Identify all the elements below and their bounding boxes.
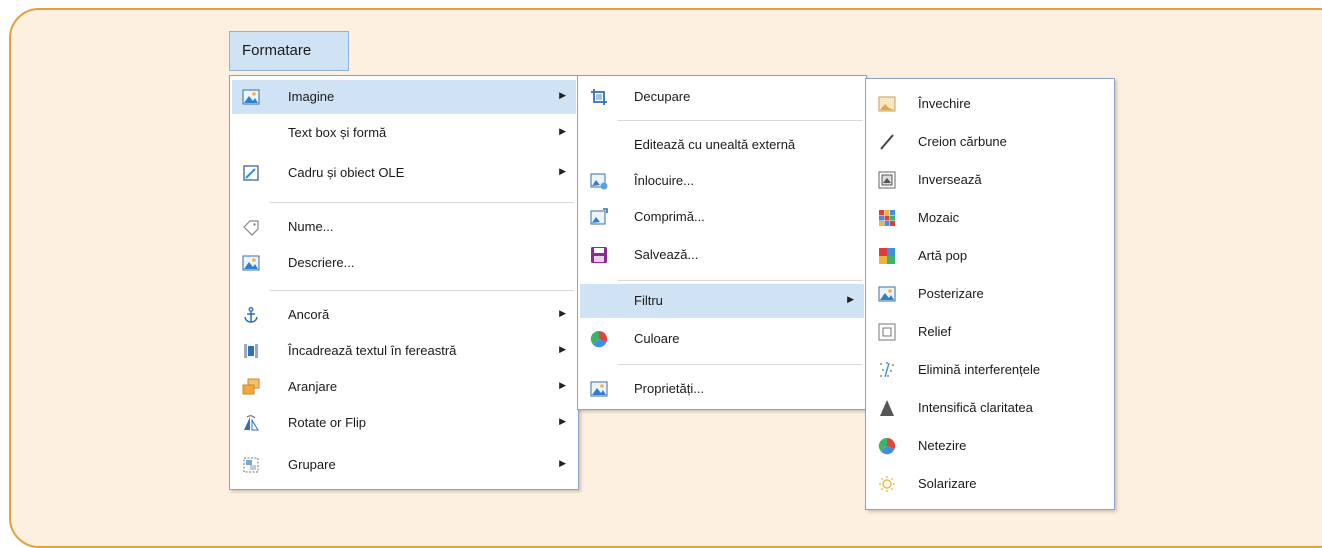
invert-icon (878, 171, 896, 189)
compress-image-icon (590, 208, 608, 226)
menu-item-descriere[interactable]: Descriere... (232, 246, 576, 280)
menu-separator (270, 290, 574, 291)
menu-item-proprietati[interactable]: Proprietăți... (580, 372, 864, 406)
menu-item-filtru[interactable]: Filtru ▶ (580, 284, 864, 318)
menu-item-grupare[interactable]: Grupare ▶ (232, 448, 576, 482)
aging-icon (878, 95, 896, 113)
menu-item-salveaza[interactable]: Salvează... (580, 238, 864, 272)
anchor-icon (242, 306, 260, 324)
image-icon (242, 88, 260, 106)
frame-icon (242, 164, 260, 182)
crop-icon (590, 88, 608, 106)
menu-item-mozaic[interactable]: Mozaic (868, 201, 1112, 235)
menu-item-elimina-interferente[interactable]: Elimină interferențele (868, 353, 1112, 387)
wrap-icon (242, 342, 260, 360)
image-submenu: Decupare Editează cu unealtă externă Înl… (577, 75, 867, 410)
menu-item-comprima[interactable]: Comprimă... (580, 200, 864, 234)
submenu-arrow-icon: ▶ (559, 90, 566, 100)
menu-item-posterizare[interactable]: Posterizare (868, 277, 1112, 311)
format-menu: Imagine ▶ Text box și formă ▶ Cadru și o… (229, 75, 579, 490)
menu-item-creion-carbune[interactable]: Creion cărbune (868, 125, 1112, 159)
menu-item-relief[interactable]: Relief (868, 315, 1112, 349)
sharpen-icon (878, 399, 896, 417)
menu-item-invechire[interactable]: Învechire (868, 87, 1112, 121)
menu-item-decupare[interactable]: Decupare (580, 80, 864, 114)
menu-item-rotate-flip[interactable]: Rotate or Flip ▶ (232, 406, 576, 440)
remove-noise-icon (878, 361, 896, 379)
submenu-arrow-icon: ▶ (559, 344, 566, 354)
arrange-icon (242, 378, 260, 396)
image-icon (590, 380, 608, 398)
submenu-arrow-icon: ▶ (559, 126, 566, 136)
menu-item-intensifica-claritatea[interactable]: Intensifică claritatea (868, 391, 1112, 425)
relief-icon (878, 323, 896, 341)
group-icon (242, 456, 260, 474)
charcoal-pencil-icon (878, 133, 896, 151)
tag-icon (242, 218, 260, 236)
menu-item-inlocuire[interactable]: Înlocuire... (580, 164, 864, 198)
menu-separator (618, 120, 862, 121)
menu-formatare[interactable]: Formatare (229, 31, 349, 71)
menu-formatare-label: Formatare (242, 42, 312, 59)
pop-art-icon (878, 247, 896, 265)
solarize-icon (878, 475, 896, 493)
submenu-arrow-icon: ▶ (559, 308, 566, 318)
mosaic-icon (878, 209, 896, 227)
filter-submenu: Învechire Creion cărbune Inversează Moza… (865, 78, 1115, 510)
menu-item-imagine[interactable]: Imagine ▶ (232, 80, 576, 114)
menu-separator (618, 364, 862, 365)
menu-item-text-box[interactable]: Text box și formă ▶ (232, 116, 576, 150)
submenu-arrow-icon: ▶ (847, 294, 854, 304)
submenu-arrow-icon: ▶ (559, 458, 566, 468)
submenu-arrow-icon: ▶ (559, 166, 566, 176)
menu-item-solarizare[interactable]: Solarizare (868, 467, 1112, 501)
smooth-icon (878, 437, 896, 455)
menu-item-editeaza-extern[interactable]: Editează cu unealtă externă (580, 128, 864, 162)
menu-item-arta-pop[interactable]: Artă pop (868, 239, 1112, 273)
submenu-arrow-icon: ▶ (559, 380, 566, 390)
menu-separator (270, 202, 574, 203)
menu-item-aranjare[interactable]: Aranjare ▶ (232, 370, 576, 404)
color-icon (590, 330, 608, 348)
submenu-arrow-icon: ▶ (559, 416, 566, 426)
menu-separator (618, 280, 862, 281)
menu-item-netezire[interactable]: Netezire (868, 429, 1112, 463)
save-icon (590, 246, 608, 264)
menu-item-ancora[interactable]: Ancoră ▶ (232, 298, 576, 332)
menu-item-incadreaza-text[interactable]: Încadrează textul în fereastră ▶ (232, 334, 576, 368)
menu-item-inverseaza[interactable]: Inversează (868, 163, 1112, 197)
menu-item-culoare[interactable]: Culoare (580, 322, 864, 356)
replace-image-icon (590, 172, 608, 190)
image-icon (242, 254, 260, 272)
rotate-icon (242, 414, 260, 432)
posterize-icon (878, 285, 896, 303)
menu-item-nume[interactable]: Nume... (232, 210, 576, 244)
menu-item-cadru-ole[interactable]: Cadru și obiect OLE ▶ (232, 156, 576, 190)
